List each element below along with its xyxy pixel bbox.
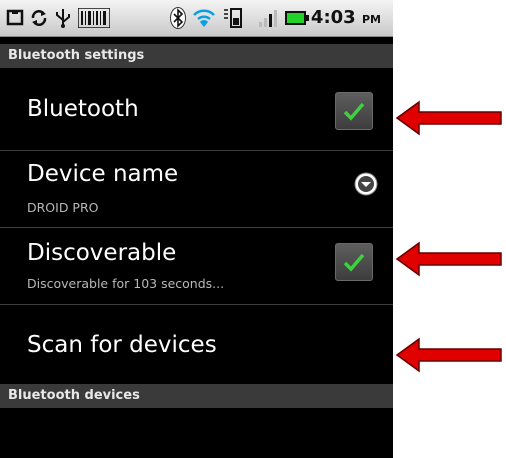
notification-icon	[6, 9, 24, 26]
checkmark-icon	[343, 253, 365, 272]
setting-device-name[interactable]: Device name DROID PRO	[0, 151, 393, 227]
annotation-arrow-icon	[395, 100, 502, 136]
phone-screen: 4:03 PM Bluetooth settings Bluetooth Dev…	[0, 0, 393, 458]
page-title: Bluetooth settings	[0, 44, 393, 68]
setting-title: Discoverable	[27, 240, 177, 266]
annotation-arrow-icon	[395, 337, 502, 373]
wifi-icon	[193, 9, 215, 27]
network-icon	[224, 8, 242, 28]
bluetooth-devices-header: Bluetooth devices	[0, 384, 393, 408]
annotation-arrow-icon	[395, 241, 502, 277]
battery-icon	[285, 11, 309, 25]
setting-discoverable[interactable]: Discoverable Discoverable for 103 second…	[0, 228, 393, 304]
clock: 4:03 PM	[310, 7, 381, 28]
scan-for-devices-button[interactable]: Scan for devices	[0, 305, 393, 381]
dropdown-arrow-icon[interactable]	[353, 171, 379, 197]
setting-title: Device name	[27, 161, 179, 187]
discoverable-checkbox[interactable]	[335, 243, 373, 281]
barcode-icon	[78, 8, 110, 28]
usb-icon	[56, 9, 70, 28]
setting-summary: DROID PRO	[27, 200, 99, 215]
setting-bluetooth[interactable]: Bluetooth	[0, 68, 393, 150]
signal-icon	[259, 10, 277, 27]
setting-summary: Discoverable for 103 seconds...	[27, 276, 225, 291]
bluetooth-icon	[170, 7, 186, 29]
sync-icon	[31, 10, 47, 26]
setting-title: Scan for devices	[27, 332, 217, 358]
checkmark-icon	[343, 102, 365, 121]
bluetooth-checkbox[interactable]	[335, 92, 373, 130]
status-bar: 4:03 PM	[0, 0, 393, 37]
setting-title: Bluetooth	[27, 96, 139, 122]
